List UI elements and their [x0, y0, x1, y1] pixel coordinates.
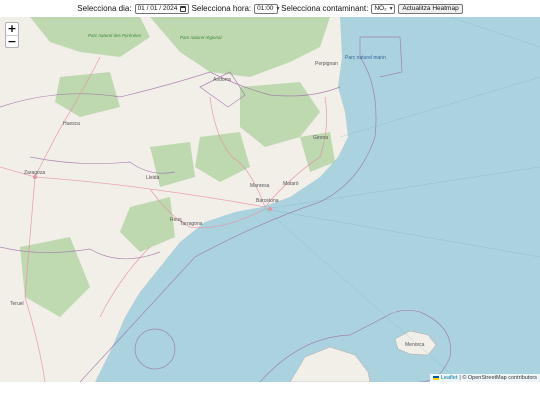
zoom-control: + − [5, 22, 19, 48]
map-tiles: Andorra Zaragoza Barcelona Lleida Girona… [0, 17, 540, 382]
place-label-lleida: Lleida [146, 175, 160, 181]
barcelona-dot [268, 207, 272, 211]
update-heatmap-button[interactable]: Actualitza Heatmap [398, 3, 463, 14]
calendar-icon[interactable] [179, 5, 186, 12]
place-label-barcelona: Barcelona [256, 198, 279, 204]
pollutant-label: Selecciona contaminant: [281, 4, 369, 13]
place-label-huesca: Huesca [63, 121, 80, 127]
place-label-tarragona: Tarragona [180, 221, 203, 227]
place-label-andorra: Andorra [213, 77, 231, 83]
chevron-down-icon: ▼ [275, 5, 281, 12]
zoom-out-button[interactable]: − [6, 35, 18, 48]
pollutant-select[interactable]: NO₂ ▼ [371, 3, 396, 14]
place-label-mataro: Mataró [283, 181, 299, 187]
leaflet-link[interactable]: Leaflet [441, 374, 458, 382]
control-bar: Selecciona dia: 01 / 01 / 2024 Seleccion… [0, 0, 540, 17]
hour-select[interactable]: 01:00 ▼ [254, 3, 281, 14]
park-label-pyrenees: Parc naturel des Pyrénées [88, 33, 142, 38]
date-value: 01 / 01 / 2024 [137, 4, 178, 12]
osm-attribution-text: | © OpenStreetMap contributors [459, 375, 537, 381]
place-label-perpignan: Perpignan [315, 61, 338, 67]
ukraine-flag-icon [432, 376, 439, 380]
park-label-regional: Parc naturel régional [180, 35, 223, 40]
day-label: Selecciona dia: [77, 4, 132, 13]
map-container[interactable]: Andorra Zaragoza Barcelona Lleida Girona… [0, 17, 540, 382]
pollutant-value: NO₂ [374, 4, 387, 12]
zoom-in-button[interactable]: + [6, 23, 18, 35]
hour-value: 01:00 [257, 4, 274, 12]
place-label-menorca: Menorca [405, 342, 425, 348]
date-input[interactable]: 01 / 01 / 2024 [134, 3, 189, 14]
place-label-zaragoza: Zaragoza [24, 170, 45, 176]
map-attribution: Leaflet | © OpenStreetMap contributors [429, 374, 540, 382]
place-label-manresa: Manresa [250, 183, 270, 189]
place-label-reus: Reus [170, 217, 182, 223]
park-label-marine: Parc naturel marin [345, 55, 386, 61]
place-label-teruel: Teruel [10, 301, 24, 307]
hour-label: Selecciona hora: [191, 4, 252, 13]
chevron-down-icon: ▼ [388, 5, 394, 12]
place-label-girona: Girona [313, 135, 328, 141]
